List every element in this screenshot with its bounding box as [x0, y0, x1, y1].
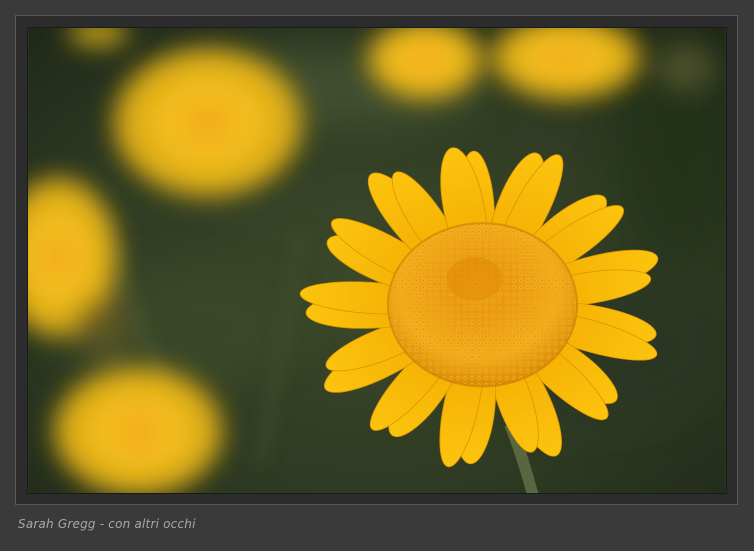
photo-caption: Sarah Gregg - con altri occhi: [18, 517, 196, 531]
daisy-photo: [27, 27, 727, 494]
flower-illustration: [28, 28, 726, 493]
page: Sarah Gregg - con altri occhi: [0, 0, 754, 551]
